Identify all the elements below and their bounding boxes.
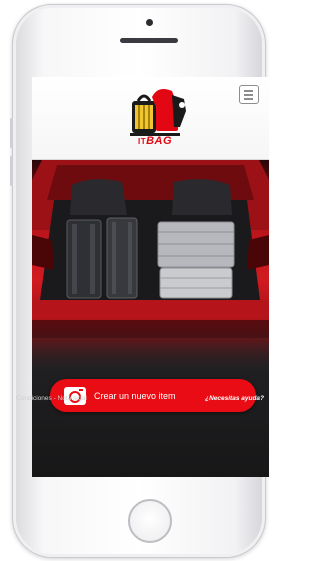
app-screen: ITBAG Crear un nuevo item xyxy=(32,77,269,477)
volume-up-button xyxy=(10,118,13,148)
front-camera xyxy=(146,19,153,26)
legal-link[interactable]: Condiciones - Nota legal xyxy=(16,395,87,402)
app-logo-wordmark: ITBAG xyxy=(138,135,173,147)
volume-down-button xyxy=(10,156,13,186)
hamburger-menu-icon[interactable] xyxy=(239,85,259,104)
app-header: ITBAG xyxy=(32,77,269,160)
earpiece-speaker xyxy=(120,38,178,43)
home-button[interactable] xyxy=(128,499,172,543)
create-item-label: Crear un nuevo item xyxy=(94,390,176,401)
help-link[interactable]: ¿Necesitas ayuda? xyxy=(205,395,264,402)
